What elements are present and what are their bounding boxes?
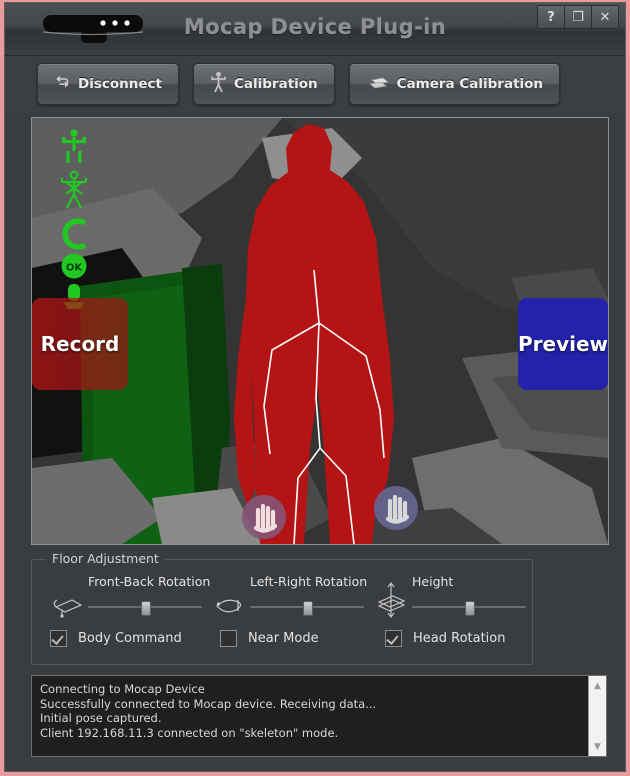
height-slider-row: Height [374, 572, 526, 628]
plane-roll-icon [212, 592, 246, 622]
head-rotation-label: Head Rotation [413, 631, 506, 646]
height-knob[interactable] [465, 601, 475, 616]
height-label: Height [412, 574, 454, 589]
slider-row-container: Front-Back Rotation Left-Right Rotation [32, 572, 532, 628]
left-right-rotation-label: Left-Right Rotation [250, 574, 368, 589]
floor-adjustment-group: Floor Adjustment Front-Back Rotation Lef… [31, 551, 533, 665]
body-command-label: Body Command [78, 631, 182, 646]
head-rotation-checkbox[interactable]: Head Rotation [385, 630, 506, 647]
title-bar: Mocap Device Plug-in ? ❐ ✕ [5, 3, 625, 56]
tpose-figure-icon [210, 71, 227, 97]
near-mode-label: Near Mode [248, 631, 319, 646]
log-console-text: Connecting to Mocap Device Successfully … [40, 682, 377, 740]
close-button[interactable]: ✕ [592, 6, 618, 28]
plugin-window: Mocap Device Plug-in ? ❐ ✕ Disconnect Ca… [4, 2, 626, 772]
skeleton-pose-icon [60, 170, 88, 209]
window-controls: ? ❐ ✕ [537, 5, 619, 29]
log-console-scrollbar[interactable]: ▲ ▼ [588, 676, 606, 756]
floor-adjustment-title: Floor Adjustment [46, 551, 165, 566]
camera-calibration-button[interactable]: Camera Calibration [348, 63, 561, 105]
skeleton-tracked-icon [62, 129, 86, 163]
status-icon-strip: OK [60, 129, 88, 309]
ok-badge-icon: OK [61, 253, 87, 279]
head-rotation-checkmark-icon [385, 630, 402, 647]
window-title: Mocap Device Plug-in [183, 15, 447, 39]
left-right-rotation-slider-row: Left-Right Rotation [212, 572, 368, 628]
restore-button[interactable]: ❐ [565, 6, 592, 28]
checkbox-row: Body Command Near Mode Head Rotation [32, 630, 532, 660]
scroll-up-icon[interactable]: ▲ [589, 677, 606, 694]
depth-viewport[interactable]: OK Record Preview [31, 117, 609, 545]
toolbar: Disconnect Calibration Camera Calibratio… [5, 56, 625, 112]
disconnect-icon [54, 74, 71, 95]
plane-height-icon [374, 582, 408, 622]
calibration-button[interactable]: Calibration [192, 63, 335, 105]
preview-button[interactable]: Preview [518, 298, 608, 390]
scroll-down-icon[interactable]: ▼ [589, 738, 606, 755]
disconnect-button[interactable]: Disconnect [37, 63, 179, 105]
front-back-rotation-label: Front-Back Rotation [88, 574, 211, 589]
right-hand-cursor [374, 486, 418, 530]
front-back-rotation-slider-row: Front-Back Rotation [50, 572, 210, 628]
disconnect-label: Disconnect [78, 76, 162, 92]
record-button[interactable]: Record [32, 298, 128, 390]
c-shape-icon [62, 218, 87, 250]
log-console: Connecting to Mocap Device Successfully … [31, 675, 607, 757]
layers-plane-icon [366, 74, 390, 95]
left-hand-cursor [242, 495, 286, 539]
plane-tilt-icon [50, 592, 84, 622]
svg-text:OK: OK [66, 263, 84, 274]
front-back-rotation-knob[interactable] [141, 601, 151, 616]
calibration-label: Calibration [233, 76, 318, 92]
body-command-checkbox[interactable]: Body Command [50, 630, 182, 647]
near-mode-checkbox[interactable]: Near Mode [220, 630, 319, 647]
camera-calibration-label: Camera Calibration [396, 76, 544, 92]
near-mode-checkbox-box [220, 630, 237, 647]
body-command-checkmark-icon [50, 630, 67, 647]
left-right-rotation-knob[interactable] [303, 601, 313, 616]
help-button[interactable]: ? [538, 6, 565, 28]
